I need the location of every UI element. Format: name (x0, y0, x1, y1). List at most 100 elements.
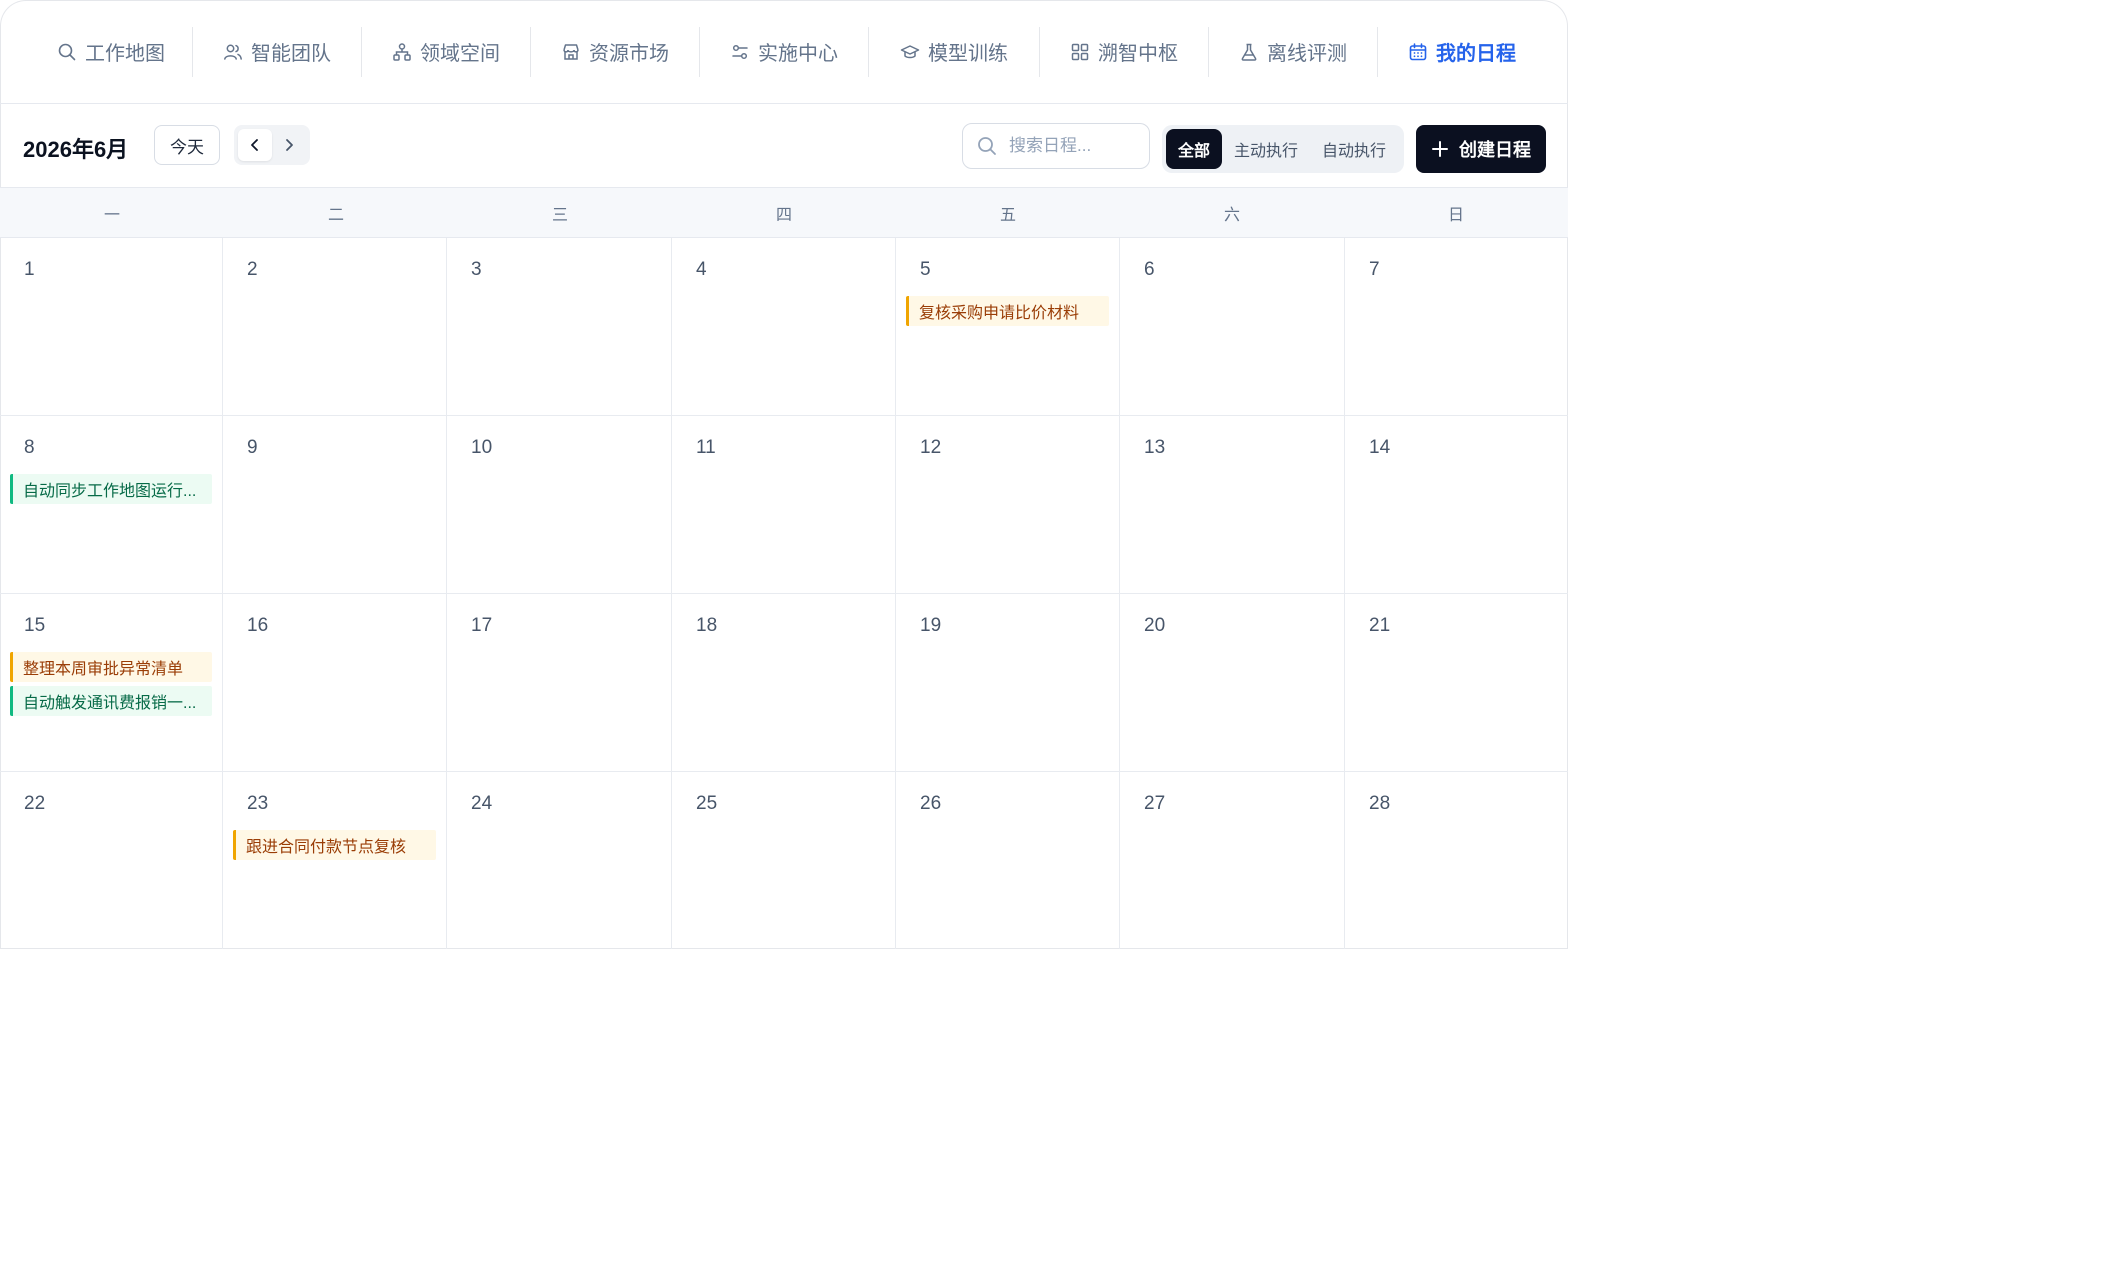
weekday-label: 三 (551, 206, 568, 224)
event-item-manual[interactable]: 跟进合同付款节点复核 (233, 830, 436, 860)
day-cell[interactable]: 6 (1120, 238, 1345, 416)
weekday-label: 六 (1223, 206, 1240, 224)
month-title: 2026年6月 (23, 137, 129, 162)
event-list: 复核采购申请比价材料 (906, 296, 1109, 326)
weekday-header: 一二三四五六日 (0, 188, 1568, 238)
nav-item-label: 智能团队 (251, 43, 331, 65)
nav-item-label: 实施中心 (758, 43, 838, 65)
day-cell[interactable]: 22 (0, 772, 223, 949)
day-number: 3 (471, 259, 482, 280)
nav-item-5[interactable]: 模型训练 (869, 0, 1039, 104)
nav-item-label: 离线评测 (1267, 43, 1347, 65)
filter-all[interactable]: 全部 (1166, 129, 1223, 169)
nav-item-label: 工作地图 (85, 43, 165, 65)
day-cell[interactable]: 17 (447, 594, 672, 772)
day-cell[interactable]: 16 (223, 594, 447, 772)
day-cell[interactable]: 26 (896, 772, 1120, 949)
day-number: 15 (24, 615, 46, 636)
nav-item-label: 资源市场 (589, 43, 669, 65)
store-icon (561, 42, 581, 62)
nav-item-0[interactable]: 工作地图 (30, 0, 192, 104)
day-number: 7 (1369, 259, 1380, 280)
day-cell[interactable]: 1 (0, 238, 223, 416)
day-cell[interactable]: 14 (1345, 416, 1568, 594)
day-number: 11 (696, 437, 716, 458)
nav-item-label: 领域空间 (420, 43, 500, 65)
month-grid: 1 2 3 4 5 复核采购申请比价材料 6 7 8 自动同步工作地图运行... 9 10 11 12 13… (0, 238, 1568, 949)
day-cell[interactable]: 7 (1345, 238, 1568, 416)
nav-item-1[interactable]: 智能团队 (193, 0, 361, 104)
event-item-manual[interactable]: 复核采购申请比价材料 (906, 296, 1109, 326)
day-cell[interactable]: 13 (1120, 416, 1345, 594)
day-cell[interactable]: 24 (447, 772, 672, 949)
prev-month-button[interactable] (238, 129, 272, 161)
day-number: 23 (247, 793, 269, 814)
nav-item-7[interactable]: 离线评测 (1209, 0, 1377, 104)
day-cell[interactable]: 25 (672, 772, 896, 949)
day-cell[interactable]: 21 (1345, 594, 1568, 772)
day-cell[interactable]: 4 (672, 238, 896, 416)
day-number: 2 (247, 259, 258, 280)
nav-item-6[interactable]: 溯智中枢 (1040, 0, 1208, 104)
day-cell[interactable]: 23 跟进合同付款节点复核 (223, 772, 447, 949)
nav-item-label: 我的日程 (1436, 43, 1516, 65)
weekday-label: 日 (1447, 206, 1464, 224)
day-number: 24 (471, 793, 493, 814)
event-list: 自动同步工作地图运行... (10, 474, 212, 504)
day-number: 26 (920, 793, 942, 814)
nav-item-label: 模型训练 (928, 43, 1008, 65)
day-cell[interactable]: 2 (223, 238, 447, 416)
day-cell[interactable]: 15 整理本周审批异常清单 自动触发通讯费报销一... (0, 594, 223, 772)
flask-icon (1239, 42, 1259, 62)
weekday-label: 二 (327, 206, 344, 224)
day-cell[interactable]: 11 (672, 416, 896, 594)
search-input[interactable] (1007, 135, 1141, 157)
day-cell[interactable]: 27 (1120, 772, 1345, 949)
plus-icon (1432, 141, 1448, 157)
day-number: 22 (24, 793, 46, 814)
day-number: 21 (1369, 615, 1391, 636)
create-schedule-button[interactable]: 创建日程 (1416, 125, 1546, 173)
day-number: 12 (920, 437, 942, 458)
day-cell[interactable]: 12 (896, 416, 1120, 594)
day-number: 13 (1144, 437, 1166, 458)
search-icon (57, 42, 77, 62)
day-cell[interactable]: 9 (223, 416, 447, 594)
nav-item-2[interactable]: 领域空间 (362, 0, 530, 104)
day-number: 27 (1144, 793, 1166, 814)
day-number: 6 (1144, 259, 1155, 280)
day-cell[interactable]: 3 (447, 238, 672, 416)
month-navigation (234, 125, 310, 165)
calendar-icon (1408, 42, 1428, 62)
day-number: 4 (696, 259, 707, 280)
event-item-auto[interactable]: 自动同步工作地图运行... (10, 474, 212, 504)
weekday-label: 五 (999, 206, 1016, 224)
nav-item-4[interactable]: 实施中心 (700, 0, 868, 104)
next-month-button[interactable] (272, 129, 306, 161)
day-number: 16 (247, 615, 269, 636)
grid-icon (1070, 42, 1090, 62)
day-cell[interactable]: 18 (672, 594, 896, 772)
day-number: 1 (24, 259, 35, 280)
search-icon (978, 137, 996, 155)
day-cell[interactable]: 10 (447, 416, 672, 594)
day-number: 9 (247, 437, 258, 458)
today-button[interactable]: 今天 (154, 125, 220, 165)
day-number: 10 (471, 437, 493, 458)
day-cell[interactable]: 28 (1345, 772, 1568, 949)
day-number: 25 (696, 793, 718, 814)
day-number: 5 (920, 259, 931, 280)
nav-item-8[interactable]: 我的日程 (1378, 0, 1546, 104)
top-nav: 工作地图 智能团队 领域空间 资源市场 实施中心 模型训练 溯智中枢 离线评测 我的日程 (0, 0, 1568, 104)
hierarchy-icon (392, 42, 412, 62)
filter-auto[interactable]: 自动执行 (1310, 129, 1398, 169)
filter-manual[interactable]: 主动执行 (1222, 129, 1310, 169)
search-box[interactable] (962, 123, 1150, 169)
day-cell[interactable]: 8 自动同步工作地图运行... (0, 416, 223, 594)
event-item-manual[interactable]: 整理本周审批异常清单 (10, 652, 212, 682)
day-cell[interactable]: 19 (896, 594, 1120, 772)
day-cell[interactable]: 5 复核采购申请比价材料 (896, 238, 1120, 416)
nav-item-3[interactable]: 资源市场 (531, 0, 699, 104)
day-cell[interactable]: 20 (1120, 594, 1345, 772)
event-item-auto[interactable]: 自动触发通讯费报销一... (10, 686, 212, 716)
